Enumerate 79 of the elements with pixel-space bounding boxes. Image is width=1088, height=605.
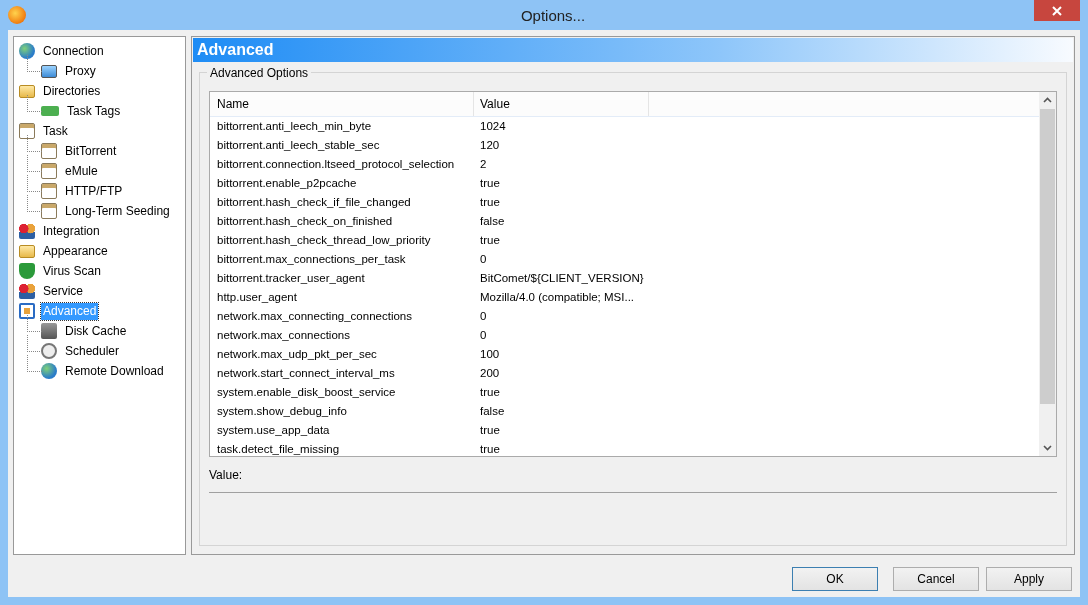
table-cell-text: network.max_connections bbox=[216, 328, 351, 343]
sidebar-item[interactable]: Long-Term Seeding bbox=[63, 202, 172, 220]
dialog-button[interactable]: OK bbox=[792, 567, 878, 591]
sidebar-item[interactable]: BitTorrent bbox=[63, 142, 119, 160]
globe-icon bbox=[19, 43, 35, 59]
folder-icon bbox=[19, 244, 35, 258]
table-cell-text: BitComet/${CLIENT_VERSION} bbox=[479, 271, 645, 286]
page-header: Advanced bbox=[193, 38, 1073, 62]
table-cell-text: bittorrent.max_connections_per_task bbox=[216, 252, 407, 267]
dialog-button[interactable]: Apply bbox=[986, 567, 1072, 591]
sidebar-item[interactable]: Task Tags bbox=[65, 102, 123, 120]
scrollbar[interactable] bbox=[1039, 92, 1056, 456]
table-cell-text: bittorrent.connection.ltseed_protocol_selection bbox=[216, 157, 456, 172]
sidebar-item[interactable]: Virus Scan bbox=[41, 262, 103, 280]
sidebar-item[interactable]: Disk Cache bbox=[63, 322, 129, 340]
table-cell-text: false bbox=[479, 214, 506, 229]
table-cell-text: true bbox=[479, 176, 501, 191]
sidebar-item[interactable]: Appearance bbox=[41, 242, 110, 260]
table-cell-text: 0 bbox=[479, 328, 488, 343]
sidebar-item[interactable]: Service bbox=[41, 282, 85, 300]
table-cell-text: system.enable_disk_boost_service bbox=[216, 385, 397, 400]
table-cell-text: 0 bbox=[479, 309, 488, 324]
folder-icon bbox=[19, 84, 35, 98]
clipboard-icon bbox=[41, 163, 57, 179]
table-cell-text: 100 bbox=[479, 347, 501, 362]
clipboard-icon bbox=[19, 123, 35, 139]
table-cell-text: bittorrent.tracker_user_agent bbox=[216, 271, 366, 286]
clipboard-icon bbox=[41, 143, 57, 159]
window-icon bbox=[19, 303, 35, 319]
table-cell-text: bittorrent.anti_leech_min_byte bbox=[216, 119, 373, 134]
table-cell-text: 200 bbox=[479, 366, 501, 381]
table-cell-text: true bbox=[479, 233, 501, 248]
table-cell-text: bittorrent.enable_p2pcache bbox=[216, 176, 358, 191]
sidebar-item[interactable]: Connection bbox=[41, 42, 106, 60]
shield-icon bbox=[19, 263, 35, 279]
people-icon bbox=[19, 283, 35, 299]
close-button[interactable] bbox=[1034, 0, 1080, 21]
table-cell-text: 1024 bbox=[479, 119, 507, 134]
sidebar-item[interactable]: Directories bbox=[41, 82, 103, 100]
sidebar-item[interactable]: Remote Download bbox=[63, 362, 166, 380]
column-header[interactable]: Value bbox=[474, 92, 649, 116]
close-icon bbox=[1052, 5, 1062, 16]
table-cell-text: system.show_debug_info bbox=[216, 404, 348, 419]
monitor-icon bbox=[41, 64, 57, 78]
table-cell-text: http.user_agent bbox=[216, 290, 298, 305]
table-cell-text: 0 bbox=[479, 252, 488, 267]
app-logo-icon bbox=[8, 6, 26, 24]
table-cell-text: bittorrent.hash_check_on_finished bbox=[216, 214, 394, 229]
sidebar-item[interactable]: Task bbox=[41, 122, 70, 140]
group-title: Advanced Options bbox=[207, 66, 312, 80]
table-cell-text: system.use_app_data bbox=[216, 423, 331, 438]
table-cell-text: bittorrent.hash_check_if_file_changed bbox=[216, 195, 412, 210]
table-cell-text: 120 bbox=[479, 138, 501, 153]
table-cell-text: network.max_udp_pkt_per_sec bbox=[216, 347, 378, 362]
people-icon bbox=[19, 223, 35, 239]
sidebar-item[interactable]: eMule bbox=[63, 162, 100, 180]
table-cell-text: network.start_connect_interval_ms bbox=[216, 366, 396, 381]
table-cell-text: 2 bbox=[479, 157, 488, 172]
column-header[interactable]: Name bbox=[210, 92, 474, 116]
table-cell-text: bittorrent.hash_check_thread_low_priority bbox=[216, 233, 432, 248]
sidebar-item[interactable]: Scheduler bbox=[63, 342, 122, 360]
sidebar-item[interactable]: Integration bbox=[41, 222, 102, 240]
dialog-button[interactable]: Cancel bbox=[893, 567, 979, 591]
table-cell-text: task.detect_file_missing bbox=[216, 442, 341, 456]
table-cell-text: true bbox=[479, 385, 501, 400]
table-cell-text: bittorrent.anti_leech_stable_sec bbox=[216, 138, 381, 153]
clipboard-icon bbox=[41, 183, 57, 199]
table-cell-text: Mozilla/4.0 (compatible; MSI... bbox=[479, 290, 636, 305]
sidebar-item[interactable]: HTTP/FTP bbox=[63, 182, 125, 200]
table-cell-text: true bbox=[479, 423, 501, 438]
sidebar-item[interactable]: Proxy bbox=[63, 62, 98, 80]
window-title: Options... bbox=[520, 6, 586, 24]
globe-icon bbox=[41, 363, 57, 379]
table-cell-text: network.max_connecting_connections bbox=[216, 309, 413, 324]
table-cell-text: true bbox=[479, 442, 501, 456]
table-cell-text: true bbox=[479, 195, 501, 210]
table-cell-text: false bbox=[479, 404, 506, 419]
value-label: Value: bbox=[209, 468, 244, 482]
clipboard-icon bbox=[41, 203, 57, 219]
